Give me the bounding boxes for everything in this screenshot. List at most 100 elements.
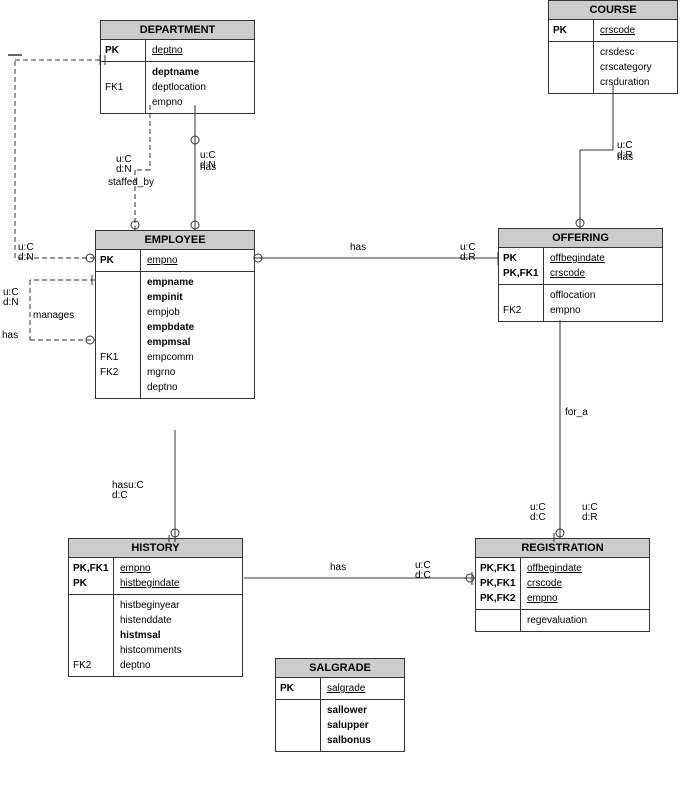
course-attr-crsdesc: crsdesc	[600, 45, 652, 60]
history-attr-histmsal: histmsal	[120, 628, 182, 643]
crow-dept-emp	[191, 221, 199, 229]
staffed-emp-circle	[131, 221, 139, 229]
label-dn-dept2: d:N	[200, 160, 216, 171]
label-dc-hist2: d:C	[415, 570, 431, 581]
history-attr-histcomments: histcomments	[120, 643, 182, 658]
course-pk-attr: crscode	[600, 23, 635, 38]
entity-department-title: DEPARTMENT	[101, 21, 254, 40]
entity-offering: OFFERING PK PK,FK1 offbegindate crscode …	[498, 228, 663, 322]
reg-circle2	[556, 529, 564, 537]
employee-attr-empjob: empjob	[147, 305, 194, 320]
entity-employee-title: EMPLOYEE	[96, 231, 254, 250]
entity-history: HISTORY PK,FK1 PK empno histbegindate FK…	[68, 538, 243, 677]
history-attr-histbeginyear: histbeginyear	[120, 598, 182, 613]
entity-course-title: COURSE	[549, 1, 677, 20]
label-manages: manages	[33, 310, 74, 321]
salgrade-attr-sallower: sallower	[327, 703, 371, 718]
entity-offering-title: OFFERING	[499, 229, 662, 248]
label-hasu-dc: hasu:C	[112, 480, 144, 491]
history-pk-attr1: empno	[120, 561, 180, 576]
reg-attr-regevaluation: regevaluation	[527, 613, 587, 628]
label-has-left: has	[2, 330, 18, 341]
history-pk-label: PK	[73, 576, 109, 591]
label-uc-dn-outer: u:C	[18, 242, 34, 253]
label-for-a: for_a	[565, 407, 588, 418]
label-dn-left: d:N	[3, 297, 19, 308]
employee-fk1-label: FK1	[100, 350, 136, 365]
offering-pkfk1-label: PK,FK1	[503, 266, 539, 281]
history-pkfk1-label: PK,FK1	[73, 561, 109, 576]
label-has-emp-offering: has	[350, 242, 366, 253]
department-pk-attr: deptno	[152, 43, 183, 58]
department-attr-deptlocation: deptlocation	[152, 80, 206, 95]
label-dc-off: d:C	[530, 512, 546, 523]
dept-emp-circle	[191, 136, 199, 144]
label-uc-dr-off: u:C	[582, 502, 598, 513]
label-dr-emp-off: d:R	[460, 252, 476, 263]
reg-circle1	[466, 574, 474, 582]
label-dr-off2: d:R	[582, 512, 598, 523]
employee-attr-deptno: deptno	[147, 380, 194, 395]
label-dn-dept: d:N	[116, 164, 132, 175]
course-attr-crscategory: crscategory	[600, 60, 652, 75]
entity-salgrade-title: SALGRADE	[276, 659, 404, 678]
label-has-dept-emp: has	[200, 162, 216, 173]
reg-pkfk2-label: PK,FK2	[480, 591, 516, 606]
course-pk-label: PK	[553, 23, 589, 38]
history-pk-attr2: histbegindate	[120, 576, 180, 591]
label-dr-course: d:R	[617, 150, 633, 161]
employee-attr-empinit: empinit	[147, 290, 194, 305]
employee-attr-mgrno: mgrno	[147, 365, 194, 380]
label-uc-dept: u:C	[200, 150, 216, 161]
reg-pkfk1-label1: PK,FK1	[480, 561, 516, 576]
employee-attr-empbdate: empbdate	[147, 320, 194, 335]
employee-attr-empmsal: empmsal	[147, 335, 194, 350]
entity-salgrade: SALGRADE PK salgrade sallower salupper s…	[275, 658, 405, 752]
history-attr-deptno: deptno	[120, 658, 182, 673]
entity-registration: REGISTRATION PK,FK1 PK,FK1 PK,FK2 offbeg…	[475, 538, 650, 632]
label-uc-dc-hist: u:C	[415, 560, 431, 571]
reg-pk-attr3: empno	[527, 591, 582, 606]
salgrade-attr-salbonus: salbonus	[327, 733, 371, 748]
label-has-course: has	[617, 152, 633, 163]
emp-circle-left	[86, 254, 94, 262]
employee-fk2-label: FK2	[100, 365, 136, 380]
entity-department: DEPARTMENT PK deptno FK1 deptname deptlo…	[100, 20, 255, 114]
entity-registration-title: REGISTRATION	[476, 539, 649, 558]
salgrade-attr-salupper: salupper	[327, 718, 371, 733]
label-has-hist-reg: has	[330, 562, 346, 573]
hist-circle	[171, 529, 179, 537]
reg-pk-attr2: crscode	[527, 576, 582, 591]
manages-circle	[86, 336, 94, 344]
offering-pk-label: PK	[503, 251, 539, 266]
salgrade-pk-label: PK	[280, 681, 316, 696]
label-dc-hist: d:C	[112, 490, 128, 501]
offering-attr-offlocation: offlocation	[550, 288, 595, 303]
department-pk-label: PK	[105, 43, 141, 58]
offering-pk-attr1: offbegindate	[550, 251, 605, 266]
employee-attr-empcomm: empcomm	[147, 350, 194, 365]
department-attr-empno: empno	[152, 95, 206, 110]
label-uc-emp-off: u:C	[460, 242, 476, 253]
employee-pk-label: PK	[100, 253, 136, 268]
course-attr-crsduration: crsduration	[600, 75, 652, 90]
salgrade-pk-attr: salgrade	[327, 681, 365, 696]
offering-pk-attr2: crscode	[550, 266, 605, 281]
department-attr-deptname: deptname	[152, 65, 206, 80]
entity-course: COURSE PK crscode crsdesc crscategory cr…	[548, 0, 678, 94]
er-diagram: DEPARTMENT PK deptno FK1 deptname deptlo…	[0, 0, 690, 803]
offering-attr-empno: empno	[550, 303, 595, 318]
history-fk2-label: FK2	[73, 658, 109, 673]
crow-course-offering	[576, 219, 584, 227]
history-attr-histenddate: histenddate	[120, 613, 182, 628]
label-dn-outer: d:N	[18, 252, 34, 263]
employee-attr-empname: empname	[147, 275, 194, 290]
department-fk1-label: FK1	[105, 80, 141, 95]
offering-fk2-label: FK2	[503, 303, 539, 318]
crow-emp-off-circle	[254, 254, 262, 262]
label-staffed-by: staffed_by	[108, 177, 154, 188]
label-uc-dn-dept: u:C	[116, 154, 132, 165]
label-uc-dn-left: u:C	[3, 287, 19, 298]
reg-pk-attr1: offbegindate	[527, 561, 582, 576]
entity-employee: EMPLOYEE PK empno FK1 FK2 empname empini…	[95, 230, 255, 399]
